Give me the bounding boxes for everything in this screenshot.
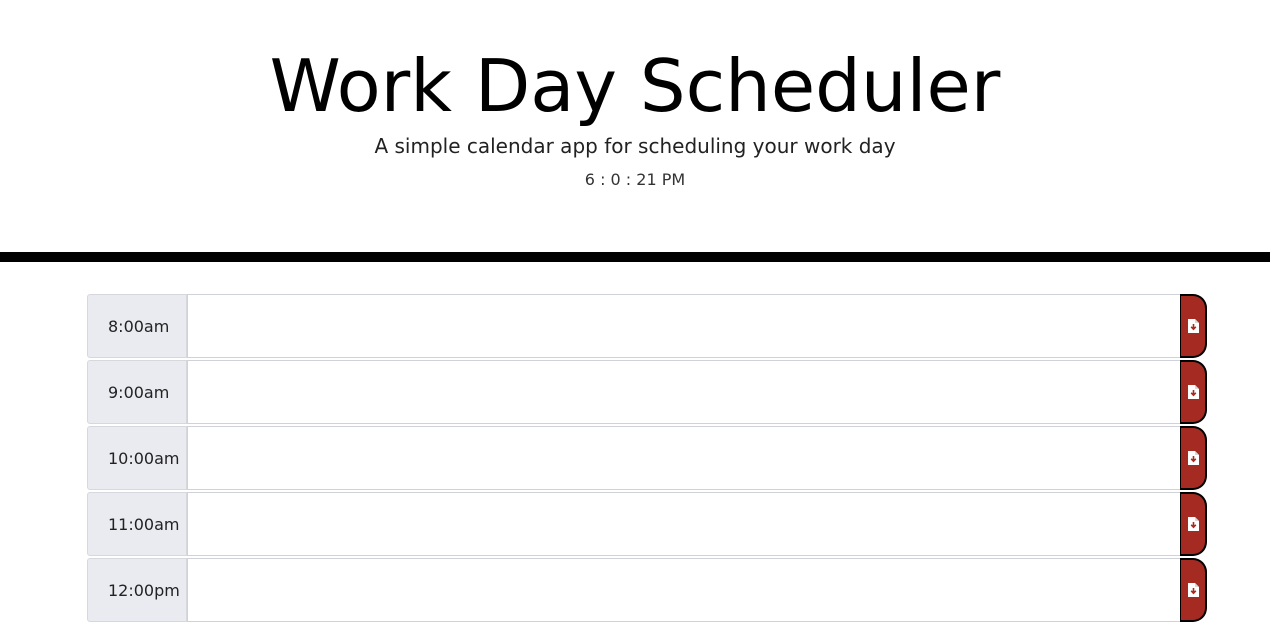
event-description-input[interactable] [187, 558, 1180, 622]
save-file-icon [1187, 451, 1199, 465]
event-description-input[interactable] [187, 294, 1180, 358]
time-block-row: 10:00am [87, 426, 1207, 492]
header-divider [0, 252, 1270, 262]
save-button[interactable] [1180, 492, 1207, 556]
save-file-icon [1187, 385, 1199, 399]
time-block-row: 8:00am [87, 294, 1207, 360]
schedule-container: 8:00am 9:00am 10:00am 11:00am 12:00pm [87, 294, 1207, 624]
time-block-row: 9:00am [87, 360, 1207, 426]
save-file-icon [1187, 517, 1199, 531]
hour-label: 10:00am [87, 426, 187, 490]
hour-label: 8:00am [87, 294, 187, 358]
current-time: 6 : 0 : 21 PM [584, 170, 686, 189]
time-block-row: 11:00am [87, 492, 1207, 558]
save-button[interactable] [1180, 426, 1207, 490]
hour-label: 11:00am [87, 492, 187, 556]
event-description-input[interactable] [187, 492, 1180, 556]
page-title: Work Day Scheduler [269, 44, 1001, 128]
hour-label: 12:00pm [87, 558, 187, 622]
save-button[interactable] [1180, 360, 1207, 424]
save-file-icon [1187, 583, 1199, 597]
time-block-row: 12:00pm [87, 558, 1207, 624]
save-file-icon [1187, 319, 1199, 333]
event-description-input[interactable] [187, 426, 1180, 490]
hour-label: 9:00am [87, 360, 187, 424]
save-button[interactable] [1180, 558, 1207, 622]
page-subtitle: A simple calendar app for scheduling you… [374, 134, 896, 158]
save-button[interactable] [1180, 294, 1207, 358]
event-description-input[interactable] [187, 360, 1180, 424]
header: Work Day Scheduler A simple calendar app… [0, 0, 1270, 252]
